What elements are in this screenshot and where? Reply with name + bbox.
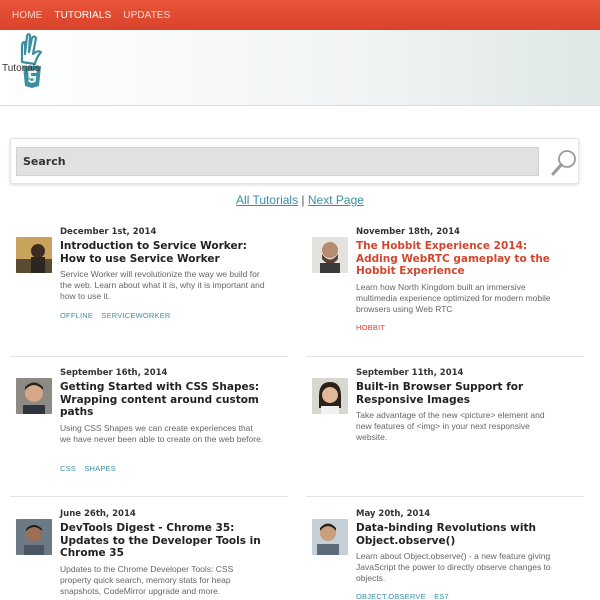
author-avatar — [312, 519, 348, 555]
article-card[interactable]: December 1st, 2014 Introduction to Servi… — [10, 227, 288, 352]
article-title[interactable]: Built-in Browser Support for Responsive … — [356, 381, 566, 406]
article-card[interactable]: November 18th, 2014 The Hobbit Experienc… — [306, 227, 584, 352]
article-date: September 11th, 2014 — [356, 368, 464, 378]
article-title[interactable]: Data-binding Revolutions with Object.obs… — [356, 522, 566, 547]
search-input[interactable] — [16, 147, 539, 176]
article-desc: Take advantage of the new <picture> elem… — [356, 410, 545, 442]
tag-serviceworker[interactable]: SERVICEWORKER — [101, 311, 170, 320]
author-avatar — [16, 237, 52, 273]
article-date: November 18th, 2014 — [356, 227, 460, 237]
article-desc: Learn how North Kingdom built an immersi… — [356, 282, 551, 314]
logo-text: Tutorials — [2, 63, 40, 74]
nav-tutorials[interactable]: TUTORIALS — [54, 10, 111, 21]
tag-object-observe[interactable]: OBJECT.OBSERVE — [356, 592, 426, 600]
tag-offline[interactable]: OFFLINE — [60, 311, 93, 320]
article-tags: HOBBIT — [356, 323, 391, 332]
divider — [10, 496, 288, 497]
author-avatar — [312, 378, 348, 414]
author-avatar — [16, 378, 52, 414]
article-title[interactable]: Getting Started with CSS Shapes: Wrappin… — [60, 381, 270, 419]
article-desc: Learn about Object.observe() - a new fea… — [356, 551, 551, 583]
tag-hobbit[interactable]: HOBBIT — [356, 323, 385, 332]
article-title[interactable]: Introduction to Service Worker: How to u… — [60, 240, 270, 265]
article-tags: OFFLINE SERVICEWORKER — [60, 311, 177, 320]
pager: All Tutorials | Next Page — [0, 193, 600, 207]
html5-hand-icon[interactable] — [14, 32, 48, 88]
article-date: May 20th, 2014 — [356, 509, 431, 519]
divider — [306, 496, 584, 497]
banner — [0, 30, 600, 106]
divider — [10, 356, 288, 357]
article-card[interactable]: September 11th, 2014 Built-in Browser Su… — [306, 368, 584, 493]
nav-updates[interactable]: UPDATES — [123, 10, 170, 21]
article-title[interactable]: The Hobbit Experience 2014: Adding WebRT… — [356, 240, 566, 278]
divider — [306, 356, 584, 357]
tag-shapes[interactable]: SHAPES — [84, 464, 116, 473]
article-date: December 1st, 2014 — [60, 227, 157, 237]
article-title[interactable]: DevTools Digest - Chrome 35: Updates to … — [60, 522, 270, 560]
article-desc: Updates to the Chrome Developer Tools: C… — [60, 564, 234, 596]
top-nav: HOME TUTORIALS UPDATES — [0, 0, 600, 30]
magnifier-icon[interactable] — [549, 148, 579, 178]
article-card[interactable]: June 26th, 2014 DevTools Digest - Chrome… — [10, 509, 288, 599]
article-desc: Using CSS Shapes we can create experienc… — [60, 423, 264, 444]
search-box — [10, 138, 579, 184]
author-avatar — [16, 519, 52, 555]
author-avatar — [312, 237, 348, 273]
tag-css[interactable]: CSS — [60, 464, 76, 473]
nav-home[interactable]: HOME — [12, 10, 42, 21]
pager-separator: | — [301, 193, 305, 207]
article-tags: CSS SHAPES — [60, 464, 122, 473]
article-card[interactable]: September 16th, 2014 Getting Started wit… — [10, 368, 288, 493]
tag-es7[interactable]: ES7 — [434, 592, 449, 600]
article-card[interactable]: May 20th, 2014 Data-binding Revolutions … — [306, 509, 584, 600]
article-date: September 16th, 2014 — [60, 368, 168, 378]
article-date: June 26th, 2014 — [60, 509, 136, 519]
all-tutorials-link[interactable]: All Tutorials — [236, 193, 298, 207]
article-tags: OBJECT.OBSERVE ES7 — [356, 592, 455, 600]
next-page-link[interactable]: Next Page — [308, 193, 364, 207]
article-desc: Service Worker will revolutionize the wa… — [60, 269, 265, 301]
